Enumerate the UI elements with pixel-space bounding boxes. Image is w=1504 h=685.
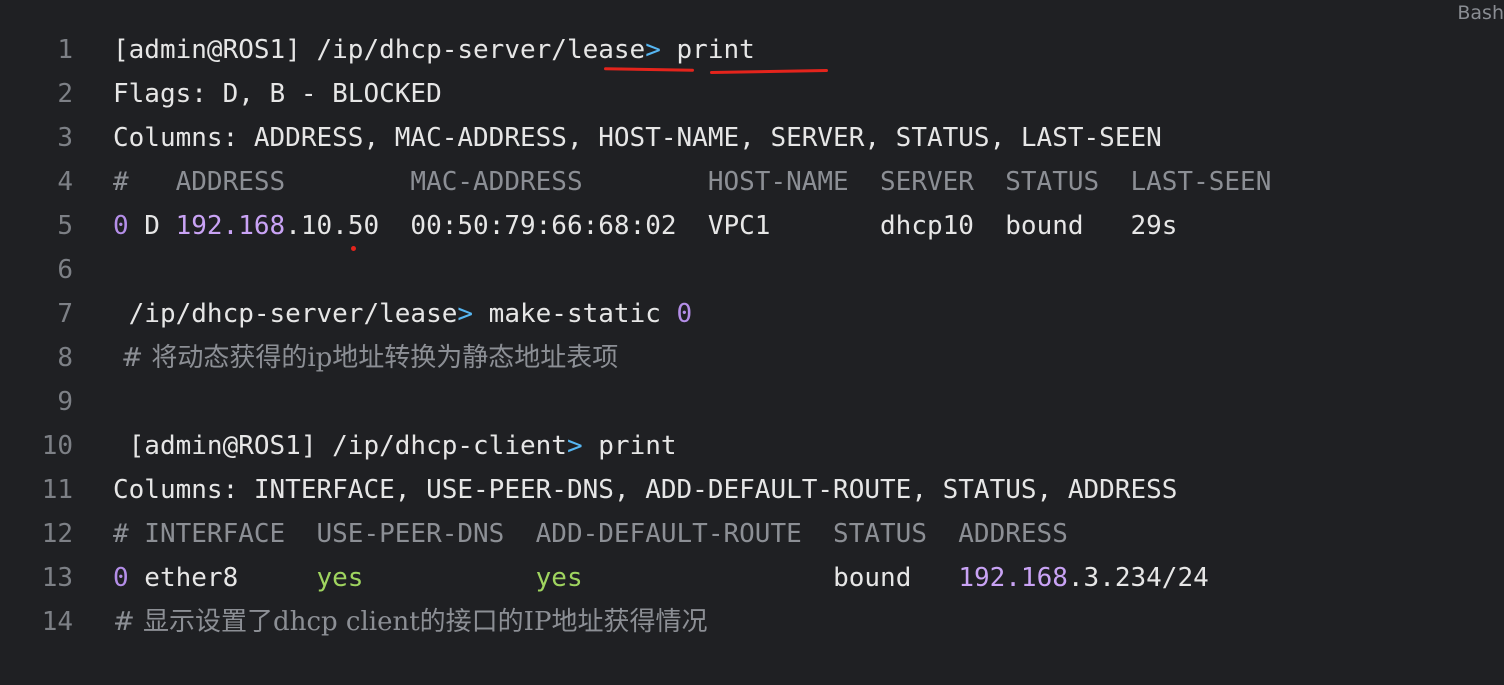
- code-token: Columns: ADDRESS, MAC-ADDRESS, HOST-NAME…: [113, 123, 1162, 153]
- code-token: 0: [676, 299, 693, 329]
- code-token: .10.50 00:50:79:66:68:02 VPC1 dhcp10 bou…: [285, 211, 1178, 241]
- code-text: Columns: ADDRESS, MAC-ADDRESS, HOST-NAME…: [113, 116, 1162, 160]
- line-number: 3: [57, 123, 73, 153]
- code-text: Flags: D, B - BLOCKED: [113, 72, 442, 116]
- code-token: 192.168: [958, 563, 1068, 593]
- code-text: # 将动态获得的ip地址转换为静态地址表项: [113, 336, 618, 380]
- line-number: 5: [57, 211, 73, 241]
- code-line[interactable]: 1 [admin@ROS1] /ip/dhcp-server/lease> pri…: [0, 28, 1504, 72]
- code-line[interactable]: 13 0 ether8 yes yes bound 192.168.3.234/2…: [0, 556, 1504, 600]
- code-token: print: [582, 431, 677, 461]
- code-line[interactable]: 8 # 将动态获得的ip地址转换为静态地址表项: [0, 336, 1504, 380]
- line-number: 14: [41, 607, 73, 637]
- code-text: # 显示设置了dhcp client的接口的IP地址获得情况: [113, 600, 707, 644]
- code-token: Flags: D, B - BLOCKED: [113, 79, 442, 109]
- code-token: 0: [113, 211, 129, 241]
- code-token: [admin@ROS1] /ip/dhcp-client: [113, 431, 567, 461]
- line-number: 2: [57, 79, 73, 109]
- code-line[interactable]: 4 # ADDRESS MAC-ADDRESS HOST-NAME SERVER …: [0, 160, 1504, 204]
- code-text: # INTERFACE USE-PEER-DNS ADD-DEFAULT-ROU…: [113, 512, 1068, 556]
- code-line[interactable]: 3 Columns: ADDRESS, MAC-ADDRESS, HOST-NAM…: [0, 116, 1504, 160]
- code-token: >: [566, 431, 583, 461]
- code-token: # ADDRESS MAC-ADDRESS HOST-NAME SERVER S…: [113, 167, 1272, 197]
- line-number: 11: [41, 475, 73, 505]
- language-label: Bash: [1457, 2, 1504, 24]
- code-editor-window: Bash 1 [admin@ROS1] /ip/dhcp-server/lease…: [0, 0, 1504, 685]
- code-token: bound: [582, 563, 959, 593]
- code-token: >: [457, 299, 474, 329]
- code-token: print: [660, 35, 755, 65]
- code-token: [admin@ROS1] /ip/dhcp-server/lease: [113, 35, 646, 65]
- line-number: 8: [57, 343, 73, 373]
- code-line[interactable]: 14 # 显示设置了dhcp client的接口的IP地址获得情况: [0, 600, 1504, 644]
- code-area[interactable]: 1 [admin@ROS1] /ip/dhcp-server/lease> pri…: [0, 28, 1504, 644]
- code-token: >: [645, 35, 661, 65]
- code-text: [admin@ROS1] /ip/dhcp-server/lease> prin…: [113, 28, 755, 72]
- code-text: /ip/dhcp-server/lease> make-static 0: [113, 292, 693, 336]
- code-text: # ADDRESS MAC-ADDRESS HOST-NAME SERVER S…: [113, 160, 1271, 204]
- code-line[interactable]: 10 [admin@ROS1] /ip/dhcp-client> print: [0, 424, 1504, 468]
- line-number: 12: [41, 519, 73, 549]
- code-token: D: [128, 211, 176, 241]
- code-token: ether8: [128, 563, 317, 593]
- code-token: # 将动态获得的ip地址转换为静态地址表项: [113, 343, 619, 373]
- code-line[interactable]: 11 Columns: INTERFACE, USE-PEER-DNS, ADD-…: [0, 468, 1504, 512]
- code-token: 192.168: [175, 211, 286, 241]
- code-line[interactable]: 6: [0, 248, 1504, 292]
- code-line[interactable]: 7 /ip/dhcp-server/lease> make-static 0: [0, 292, 1504, 336]
- code-line[interactable]: 5 0 D 192.168.10.50 00:50:79:66:68:02 VPC…: [0, 204, 1504, 248]
- code-token: Columns: INTERFACE, USE-PEER-DNS, ADD-DE…: [113, 475, 1178, 505]
- code-text: 0 D 192.168.10.50 00:50:79:66:68:02 VPC1…: [113, 204, 1177, 248]
- code-token: .3.234/24: [1067, 563, 1209, 593]
- line-number: 7: [57, 299, 73, 329]
- code-line[interactable]: 9: [0, 380, 1504, 424]
- line-number: 6: [57, 255, 73, 285]
- code-token: # 显示设置了dhcp client的接口的IP地址获得情况: [113, 607, 708, 637]
- code-token: make-static: [473, 299, 677, 329]
- line-number: 1: [57, 35, 73, 65]
- code-token: /ip/dhcp-server/lease: [113, 299, 458, 329]
- code-text: 0 ether8 yes yes bound 192.168.3.234/24: [113, 556, 1209, 600]
- code-line[interactable]: 2 Flags: D, B - BLOCKED: [0, 72, 1504, 116]
- code-text: [admin@ROS1] /ip/dhcp-client> print: [113, 424, 677, 468]
- code-line[interactable]: 12 # INTERFACE USE-PEER-DNS ADD-DEFAULT-R…: [0, 512, 1504, 556]
- line-number: 10: [41, 431, 73, 461]
- code-token: yes: [316, 563, 364, 593]
- code-token: yes: [535, 563, 583, 593]
- line-number: 9: [57, 387, 73, 417]
- dot-annotation: [351, 246, 356, 251]
- code-text: Columns: INTERFACE, USE-PEER-DNS, ADD-DE…: [113, 468, 1177, 512]
- line-number: 4: [57, 167, 73, 197]
- code-token: 0: [113, 563, 129, 593]
- code-token: # INTERFACE USE-PEER-DNS ADD-DEFAULT-ROU…: [113, 519, 1068, 549]
- line-number: 13: [41, 563, 73, 593]
